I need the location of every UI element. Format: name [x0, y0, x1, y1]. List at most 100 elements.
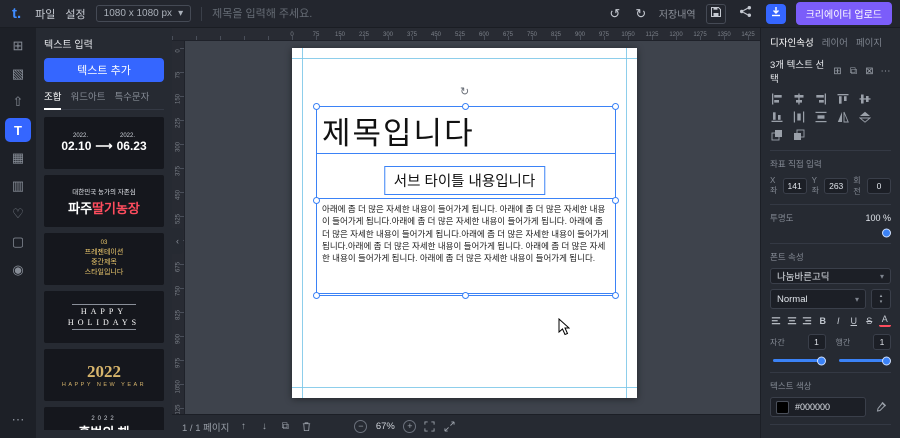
x-input[interactable] — [783, 178, 807, 194]
strikethrough-button[interactable]: S — [863, 314, 876, 328]
page-delete-button[interactable] — [299, 420, 313, 434]
text-color-button[interactable]: A — [879, 314, 892, 327]
favorite-rail-item[interactable]: ♡ — [5, 202, 31, 226]
flip-horizontal-icon[interactable] — [836, 110, 849, 123]
image-rail-item[interactable]: ▧ — [5, 62, 31, 86]
menu-file[interactable]: 파일 — [35, 6, 55, 22]
letter-spacing-input[interactable] — [808, 334, 826, 350]
y-input[interactable] — [824, 178, 848, 194]
add-text-button[interactable]: 텍스트 추가 — [44, 58, 164, 82]
share-button[interactable] — [736, 4, 756, 24]
font-size-stepper[interactable]: ▴ ▾ — [871, 289, 891, 309]
guide-left[interactable] — [302, 48, 303, 398]
selection-handle-middle-left[interactable] — [313, 197, 320, 204]
selection-handle-bottom-left[interactable] — [313, 292, 320, 299]
fit-screen-button[interactable] — [422, 420, 436, 434]
template-card-holiday[interactable]: HAPPY HOLIDAYS — [44, 291, 164, 343]
text-align-left-icon[interactable] — [770, 314, 783, 328]
redo-icon[interactable]: ↻ — [633, 6, 649, 22]
flip-vertical-icon[interactable] — [858, 110, 871, 123]
template-card-presentation[interactable]: 03 프레젠테이션 중간제목 스타일입니다 — [44, 233, 164, 285]
send-backward-icon[interactable] — [792, 128, 805, 141]
tab-layers[interactable]: 레이어 — [822, 35, 848, 49]
tab-wordart[interactable]: 워드아트 — [70, 89, 105, 109]
distribute-vertical-icon[interactable] — [814, 110, 827, 123]
fullscreen-button[interactable] — [442, 420, 456, 434]
zoom-out-button[interactable]: − — [354, 420, 367, 433]
artboard[interactable]: 제목입니다 서브 타이틀 내용입니다 아래에 좀 더 많은 자세한 내용이 들어… — [292, 48, 637, 398]
template-card-newyear[interactable]: 2022 HAPPY NEW YEAR — [44, 349, 164, 401]
opacity-slider-knob[interactable] — [882, 229, 891, 238]
align-left-icon[interactable] — [770, 92, 783, 105]
document-title-input[interactable] — [212, 8, 597, 20]
rotate-handle-icon[interactable]: ↻ — [460, 85, 469, 98]
page-down-button[interactable]: ↓ — [257, 420, 271, 434]
align-top-icon[interactable] — [836, 92, 849, 105]
duplicate-icon[interactable]: ⧉ — [848, 66, 859, 77]
download-button[interactable] — [766, 4, 786, 24]
canvas-size-selector[interactable]: 1080 x 1080 px ▾ — [96, 5, 191, 22]
ruler-number: 75 — [313, 32, 320, 38]
selection-handle-top-middle[interactable] — [462, 103, 469, 110]
tab-pages[interactable]: 페이지 — [856, 35, 882, 49]
undo-icon[interactable]: ↺ — [607, 6, 623, 22]
underline-button[interactable]: U — [848, 314, 861, 328]
tab-special-chars[interactable]: 특수문자 — [114, 89, 149, 109]
page-up-button[interactable]: ↑ — [236, 420, 250, 434]
font-family-select[interactable]: 나눔바른고딕 ▾ — [770, 268, 891, 284]
letter-spacing-slider[interactable] — [773, 359, 823, 362]
menu-settings[interactable]: 설정 — [65, 6, 85, 22]
line-height-input[interactable] — [873, 334, 891, 350]
chart-rail-item[interactable]: ▥ — [5, 174, 31, 198]
text-align-center-icon[interactable] — [786, 314, 799, 328]
zoom-in-button[interactable]: + — [403, 420, 416, 433]
profile-rail-item[interactable]: ◉ — [5, 258, 31, 282]
template-card-tiger[interactable]: 2022 흑범의 해 壬寅年 — [44, 407, 164, 430]
align-bottom-icon[interactable] — [770, 110, 783, 123]
group-icon[interactable]: ⊞ — [832, 66, 843, 77]
more-icon[interactable]: ⋯ — [880, 66, 891, 77]
save-history-button[interactable]: 저장내역 — [659, 6, 696, 21]
text-align-right-icon[interactable] — [801, 314, 814, 328]
align-right-icon[interactable] — [814, 92, 827, 105]
page-duplicate-button[interactable]: ⧉ — [278, 420, 292, 434]
canvas-area[interactable]: 0751502253003754505256006757508259009751… — [172, 28, 760, 438]
panel-collapse-handle[interactable]: ‹ — [172, 228, 183, 254]
align-middle-vertical-icon[interactable] — [858, 92, 871, 105]
selection-handle-bottom-right[interactable] — [612, 292, 619, 299]
line-height-slider[interactable] — [839, 359, 889, 362]
selection-handle-top-right[interactable] — [612, 103, 619, 110]
template-card-farm[interactable]: 대한민국 농가의 자존심 파주딸기농장 — [44, 175, 164, 227]
selection-handle-top-left[interactable] — [313, 103, 320, 110]
delete-icon[interactable]: ⊠ — [864, 66, 875, 77]
text-rail-item[interactable]: T — [5, 118, 31, 142]
guide-top[interactable] — [292, 58, 637, 59]
tab-design-properties[interactable]: 디자인속성 — [770, 35, 814, 49]
guide-bottom[interactable] — [292, 387, 637, 388]
line-height-knob[interactable] — [882, 356, 891, 365]
eyedropper-button[interactable] — [871, 397, 891, 417]
font-weight-select[interactable]: Normal ▾ — [770, 289, 866, 309]
tab-combination[interactable]: 조합 — [44, 89, 61, 110]
template-card-date[interactable]: 2022. 2022. 02.10 ⟶ 06.23 — [44, 117, 164, 169]
align-center-horizontal-icon[interactable] — [792, 92, 805, 105]
distribute-horizontal-icon[interactable] — [792, 110, 805, 123]
selection-handle-bottom-middle[interactable] — [462, 292, 469, 299]
creator-upload-button[interactable]: 크리에이터 업로드 — [796, 2, 892, 25]
guide-right[interactable] — [626, 48, 627, 398]
text-color-picker[interactable]: #000000 — [770, 397, 866, 417]
bring-forward-icon[interactable] — [770, 128, 783, 141]
template-rail-item[interactable]: ⊞ — [5, 34, 31, 58]
more-rail-item[interactable]: ⋯ — [5, 408, 31, 432]
upload-rail-item[interactable]: ⇧ — [5, 90, 31, 114]
letter-spacing-knob[interactable] — [817, 356, 826, 365]
rotation-input[interactable] — [867, 178, 891, 194]
frame-rail-item[interactable]: ▢ — [5, 230, 31, 254]
app-logo[interactable]: t. — [8, 5, 25, 22]
save-button[interactable] — [706, 4, 726, 24]
italic-button[interactable]: I — [832, 314, 845, 328]
selection-handle-middle-right[interactable] — [612, 197, 619, 204]
bold-button[interactable]: B — [817, 314, 830, 328]
selection-bounding-box[interactable]: ↻ — [316, 106, 616, 296]
layout-rail-item[interactable]: ▦ — [5, 146, 31, 170]
